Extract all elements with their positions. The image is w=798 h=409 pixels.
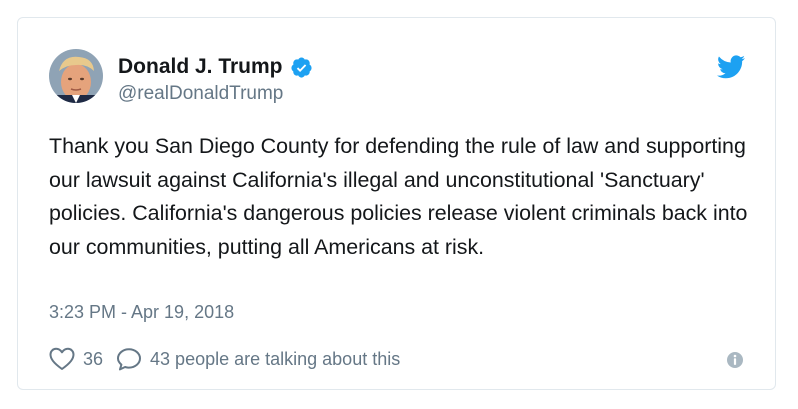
user-handle[interactable]: @realDonaldTrump (118, 83, 283, 105)
display-name[interactable]: Donald J. Trump (118, 55, 283, 79)
verified-badge-icon (290, 56, 313, 79)
like-count[interactable]: 36 (83, 349, 103, 370)
twitter-bird-icon[interactable] (717, 55, 745, 79)
author-name-row: Donald J. Trump (118, 53, 313, 81)
tweet-text: Thank you San Diego County for defending… (49, 134, 748, 259)
talking-count[interactable]: 43 people are talking about this (150, 349, 400, 370)
avatar[interactable] (49, 49, 103, 103)
heart-icon[interactable] (49, 347, 75, 371)
tweet-card[interactable]: Donald J. Trump @realDonaldTrump Thank y… (17, 17, 776, 390)
tweet-actions: 36 43 people are talking about this (49, 346, 400, 372)
avatar-image (49, 49, 103, 103)
info-icon[interactable] (726, 351, 744, 369)
reply-bubble-icon[interactable] (116, 347, 142, 371)
tweet-timestamp[interactable]: 3:23 PM - Apr 19, 2018 (49, 302, 234, 323)
